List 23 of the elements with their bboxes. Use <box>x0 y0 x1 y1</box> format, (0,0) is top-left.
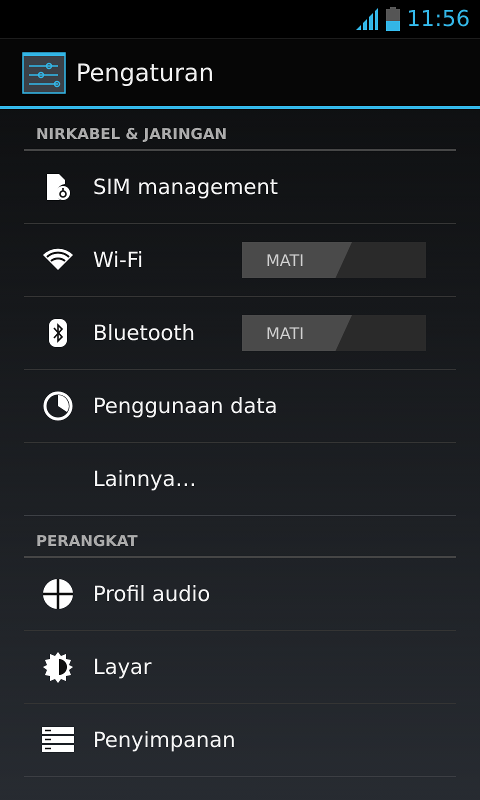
brightness-icon <box>42 651 74 683</box>
storage-icon <box>42 726 74 754</box>
signal-icon <box>354 7 379 31</box>
bluetooth-icon <box>48 318 68 348</box>
toggle-switch[interactable]: MATI <box>242 242 426 278</box>
section-header: PERANGKAT <box>24 516 456 558</box>
section-header: NIRKABEL & JARINGAN <box>24 109 456 151</box>
settings-item[interactable]: Wi-Fi <box>93 248 242 272</box>
battery-icon <box>384 7 401 31</box>
audio-profile-icon <box>42 578 74 610</box>
clock-icon <box>42 391 72 421</box>
settings-item[interactable]: Penggunaan data <box>93 394 456 418</box>
settings-item[interactable]: SIM management <box>93 175 456 199</box>
wifi-icon <box>42 248 74 272</box>
settings-item[interactable]: Lainnya… <box>93 467 456 491</box>
toggle-switch[interactable]: MATI <box>242 315 426 351</box>
settings-item[interactable]: Profil audio <box>93 582 456 606</box>
clock-time: 11:56 <box>406 6 470 32</box>
screen-title: Pengaturan <box>76 58 214 86</box>
settings-item[interactable]: Layar <box>93 655 456 679</box>
settings-item[interactable]: Bluetooth <box>93 321 242 345</box>
settings-app-icon[interactable] <box>22 52 66 94</box>
settings-item[interactable]: Penyimpanan <box>93 728 456 752</box>
